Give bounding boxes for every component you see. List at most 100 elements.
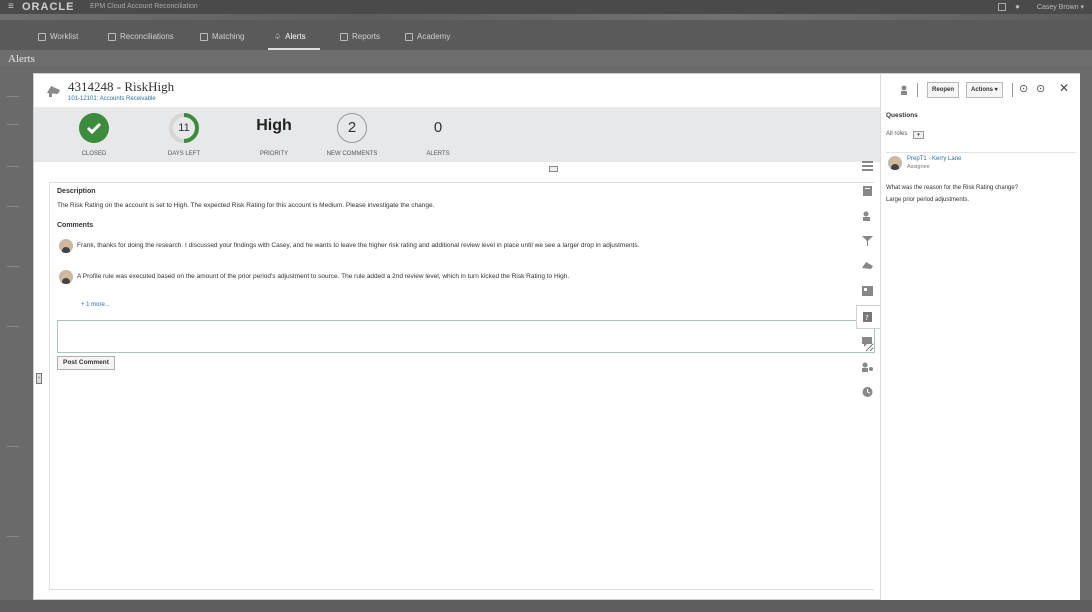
alert-detail-dialog: 4314248 - RiskHigh 101-12101: Accounts R… bbox=[33, 73, 1080, 600]
alert-icon[interactable] bbox=[861, 260, 874, 272]
nav-alerts[interactable]: ♤ Alerts bbox=[274, 32, 306, 41]
post-comment-button[interactable]: Post Comment bbox=[57, 356, 115, 370]
question-text: What was the reason for the Risk Rating … bbox=[886, 185, 1019, 191]
nav-label: Alerts bbox=[285, 32, 306, 41]
panel-toolbar: Reopen Actions ▾ ⊙ ⊙ ✕ bbox=[881, 74, 1081, 107]
nav-reconciliations[interactable]: Reconciliations bbox=[108, 32, 174, 41]
divider bbox=[7, 96, 19, 97]
divider bbox=[886, 152, 1076, 153]
workflow-icon[interactable] bbox=[861, 361, 874, 373]
stat-new-comments: 2 NEW COMMENTS bbox=[312, 113, 392, 157]
divider bbox=[7, 206, 19, 207]
check-icon bbox=[79, 113, 109, 143]
comment-text: A Profile rule was executed based on the… bbox=[77, 273, 570, 280]
previous-icon[interactable]: ⊙ bbox=[1019, 82, 1028, 95]
stat-alerts: 0 ALERTS bbox=[398, 113, 478, 157]
stats-band: CLOSED 11 DAYS LEFT High PRIORITY 2 NEW … bbox=[34, 107, 880, 162]
reports-icon bbox=[340, 32, 348, 41]
alerts-value: 0 bbox=[433, 119, 443, 136]
assignee-name[interactable]: PrepT1 - Kerry Lane bbox=[907, 156, 961, 162]
hamburger-menu-icon[interactable]: ≡ bbox=[8, 1, 14, 12]
stat-label: DAYS LEFT bbox=[167, 151, 201, 157]
stat-label: PRIORITY bbox=[259, 151, 289, 157]
alert-type-icon bbox=[47, 86, 60, 97]
top-bar: ≡ ORACLE EPM Cloud Account Reconciliatio… bbox=[0, 0, 1092, 14]
filter-icon[interactable] bbox=[861, 235, 874, 247]
app-title: EPM Cloud Account Reconciliation bbox=[90, 3, 198, 10]
actions-menu-button[interactable]: Actions ▾ bbox=[966, 82, 1003, 98]
assignee-role: Assignee bbox=[907, 164, 930, 170]
alerts-icon: ♤ bbox=[274, 32, 282, 41]
grid-icon[interactable] bbox=[861, 285, 874, 297]
nav-label: Academy bbox=[417, 32, 451, 41]
description-heading: Description bbox=[57, 188, 96, 195]
stat-status: CLOSED bbox=[54, 113, 134, 157]
next-icon[interactable]: ⊙ bbox=[1036, 82, 1045, 95]
svg-text:?: ? bbox=[865, 314, 869, 322]
history-icon[interactable] bbox=[861, 386, 874, 398]
academy-icon bbox=[405, 32, 413, 41]
stat-priority: High PRIORITY bbox=[234, 113, 314, 157]
priority-value: High bbox=[256, 117, 292, 134]
stat-label: CLOSED bbox=[81, 151, 107, 157]
divider bbox=[7, 266, 19, 267]
comment-text: Frank, thanks for doing the research. I … bbox=[77, 242, 640, 249]
stat-label: NEW COMMENTS bbox=[326, 151, 378, 157]
comments-heading: Comments bbox=[57, 222, 94, 229]
user-icon: ● bbox=[1015, 2, 1020, 11]
matching-icon bbox=[200, 32, 208, 41]
more-comments-link[interactable]: + 1 more... bbox=[81, 302, 110, 308]
nav-matching[interactable]: Matching bbox=[200, 32, 244, 41]
background-list bbox=[0, 66, 33, 606]
separator bbox=[917, 83, 918, 97]
horizontal-scrollbar[interactable] bbox=[0, 600, 1092, 612]
reconciliations-icon bbox=[108, 32, 116, 41]
avatar bbox=[59, 270, 73, 284]
avatar bbox=[888, 156, 902, 170]
questions-icon[interactable]: ? bbox=[861, 311, 874, 323]
nav-academy[interactable]: Academy bbox=[405, 32, 450, 41]
roles-filter-label: All roles bbox=[886, 131, 908, 137]
nav-label: Reports bbox=[352, 32, 381, 41]
divider bbox=[7, 124, 19, 125]
worklist-icon bbox=[38, 32, 46, 41]
alert-header: 4314248 - RiskHigh 101-12101: Accounts R… bbox=[34, 74, 880, 107]
comments-icon[interactable] bbox=[861, 336, 874, 348]
comment-input[interactable] bbox=[57, 320, 875, 353]
page-title-bar: Alerts bbox=[0, 50, 1092, 66]
nav-label: Worklist bbox=[50, 32, 79, 41]
main-navigation: Worklist Reconciliations Matching ♤ Aler… bbox=[0, 14, 1092, 50]
list-icon[interactable] bbox=[861, 160, 874, 172]
separator bbox=[1012, 83, 1013, 97]
stat-label: ALERTS bbox=[426, 151, 450, 157]
document-icon[interactable] bbox=[861, 185, 874, 197]
divider bbox=[7, 446, 19, 447]
questions-heading: Questions bbox=[886, 112, 918, 119]
nav-reports[interactable]: Reports bbox=[340, 32, 380, 41]
assign-icon[interactable] bbox=[899, 85, 909, 95]
page-title: Alerts bbox=[8, 53, 35, 65]
answer-text: Large prior period adjustments. bbox=[886, 197, 970, 203]
expand-left-panel-icon[interactable]: › bbox=[36, 373, 42, 384]
close-icon[interactable]: ✕ bbox=[1059, 81, 1069, 95]
nav-label: Matching bbox=[212, 32, 245, 41]
reopen-button[interactable]: Reopen bbox=[927, 82, 960, 98]
nav-worklist[interactable]: Worklist bbox=[38, 32, 78, 41]
days-left-value: 11 bbox=[178, 122, 190, 134]
user-menu[interactable]: Casey Brown ▾ bbox=[1037, 3, 1084, 11]
alert-title: 4314248 - RiskHigh bbox=[68, 79, 175, 94]
account-link[interactable]: 101-12101: Accounts Receivable bbox=[68, 96, 156, 102]
collapse-header-button[interactable] bbox=[549, 166, 558, 172]
description-text: The Risk Rating on the account is set to… bbox=[57, 202, 435, 209]
new-comments-value: 2 bbox=[347, 119, 357, 136]
questions-panel: Reopen Actions ▾ ⊙ ⊙ ✕ Questions All rol… bbox=[880, 74, 1080, 600]
alert-content: Description The Risk Rating on the accou… bbox=[49, 182, 875, 590]
avatar bbox=[59, 239, 73, 253]
divider bbox=[7, 536, 19, 537]
side-icon-strip: ? bbox=[856, 154, 881, 397]
chevron-down-icon[interactable]: ▾ bbox=[913, 131, 924, 139]
window-icon[interactable] bbox=[998, 3, 1006, 11]
comments-ring: 2 bbox=[337, 113, 367, 143]
assign-users-icon[interactable] bbox=[861, 210, 874, 222]
divider bbox=[7, 166, 19, 167]
